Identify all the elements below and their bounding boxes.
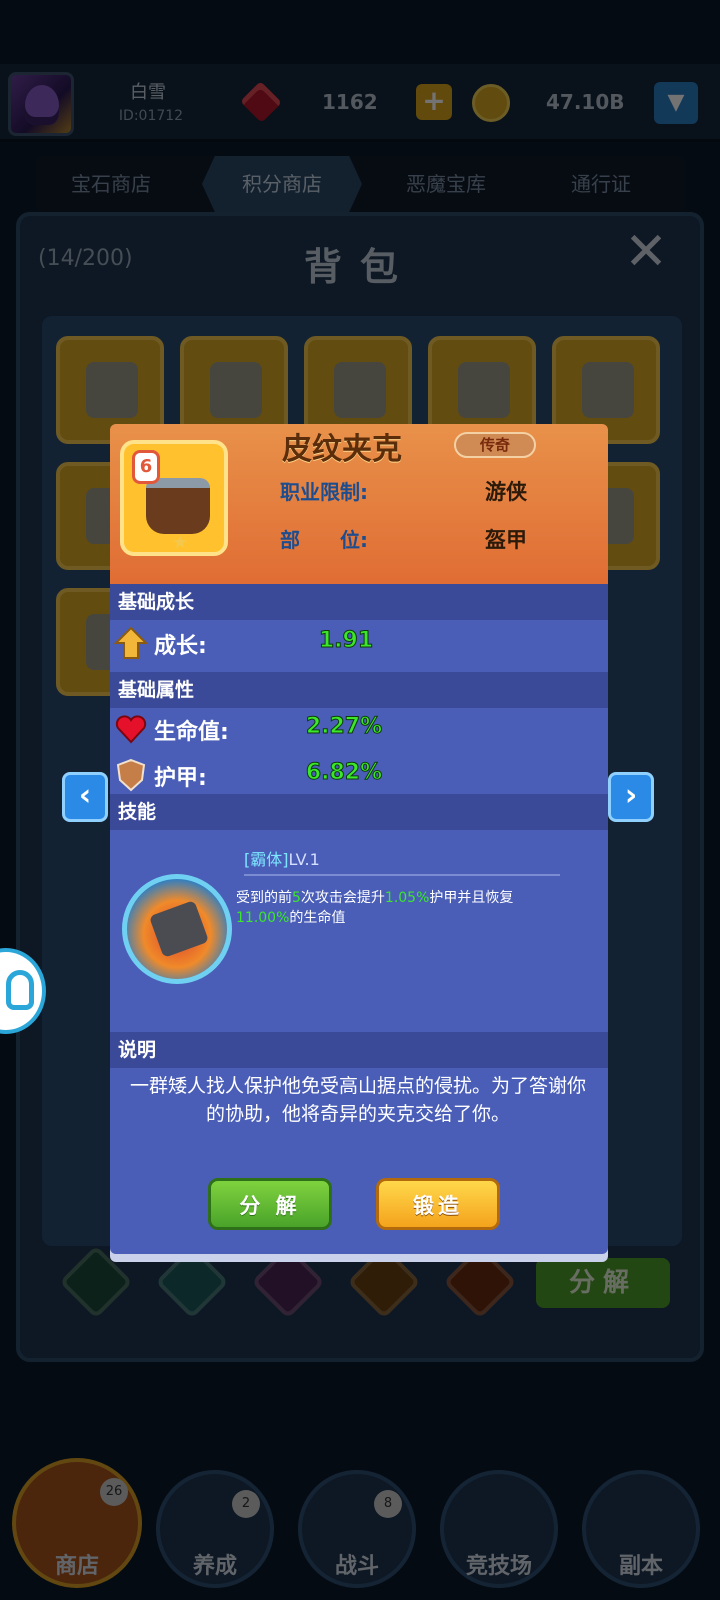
elephant-icon [6, 970, 34, 1010]
star-icon: ★ [172, 532, 189, 553]
previous-item-button[interactable]: ‹ [62, 772, 108, 822]
item-body: 基础成长 成长: 1.91 基础属性 生命值: 2.27% 护甲: 6.82% … [110, 584, 608, 1254]
backpack-capacity: (14/200) [38, 246, 133, 271]
ruby-gem-icon [240, 81, 282, 123]
growth-label: 成长: [154, 634, 207, 659]
top-bar: 白雪 ID:01712 1162 + 47.10B ▼ [0, 64, 720, 142]
skill-desc-text: 次攻击会提升 [300, 890, 385, 906]
attributes-header: 基础属性 [110, 672, 608, 708]
skill-desc-highlight: 1.05% [384, 890, 430, 906]
item-description: 一群矮人找人保护他免受高山据点的侵扰。为了答谢你的协助，他将奇异的夹克交给了你。 [129, 1075, 586, 1125]
chevron-down-icon[interactable]: ▼ [654, 82, 698, 124]
bottom-nav: 26 商店 2 养成 8 战斗 竞技场 副本 [0, 1440, 720, 1600]
nav-dungeon[interactable]: 副本 [582, 1470, 700, 1588]
tab-points-shop[interactable]: 积分商店 [202, 156, 362, 212]
nav-label: 养成 [192, 1554, 237, 1579]
growth-value: 1.91 [318, 628, 374, 654]
heart-icon [114, 712, 148, 746]
slot-label: 部 位: [280, 528, 368, 552]
class-restriction-value: 游侠 [485, 480, 527, 504]
nav-label: 商店 [54, 1554, 99, 1579]
lock-icon: 6 [132, 450, 160, 484]
nav-badge: 26 [100, 1478, 128, 1506]
nav-shop[interactable]: 26 商店 [12, 1458, 142, 1588]
skill-header: 技能 [110, 794, 608, 830]
tab-gem-shop[interactable]: 宝石商店 [36, 156, 186, 212]
divider [244, 874, 560, 876]
nav-train[interactable]: 2 养成 [156, 1470, 274, 1588]
player-name: 白雪 [130, 82, 166, 103]
nav-badge: 8 [374, 1490, 402, 1518]
tab-battle-pass[interactable]: 通行证 [526, 156, 676, 212]
skill-description: 受到的前5次攻击会提升1.05%护甲并且恢复 11.00%的生命值 [236, 888, 586, 928]
description-header: 说明 [110, 1032, 608, 1068]
rarity-badge: 传奇 [454, 432, 536, 458]
nav-label: 副本 [618, 1554, 663, 1579]
item-header: ★ 6 皮纹夹克 传奇 职业限制: 游侠 部 位: 盔甲 [110, 424, 608, 584]
skill-desc-text: 受到的前 [236, 890, 292, 906]
skill-name: [霸体] [244, 850, 289, 869]
skill-desc-highlight: 11.00% [236, 910, 290, 926]
skill-rock-icon[interactable] [122, 874, 232, 984]
backpack-title: 背包 [303, 245, 416, 289]
skill-desc-text: 护甲并且恢复 [429, 890, 514, 906]
shield-icon [114, 758, 148, 792]
hp-label: 生命值: [154, 720, 229, 745]
tab-demon-vault[interactable]: 恶魔宝库 [366, 156, 526, 212]
decompose-button[interactable]: 分 解 [208, 1178, 332, 1230]
item-icon-frame: ★ 6 [120, 440, 228, 556]
item-detail-popup: ★ 6 皮纹夹克 传奇 职业限制: 游侠 部 位: 盔甲 基础成长 成长: 1.… [110, 424, 608, 1254]
player-avatar[interactable] [8, 72, 74, 136]
skill-title: [霸体]LV.1 [244, 846, 320, 870]
nav-badge: 2 [232, 1490, 260, 1518]
armor-value: 6.82% [305, 760, 383, 786]
add-gems-button[interactable]: + [416, 84, 452, 120]
next-item-button[interactable]: › [608, 772, 654, 822]
class-restriction-label: 职业限制: [280, 480, 368, 504]
coin-count: 47.10B [546, 90, 625, 114]
nav-arena[interactable]: 竞技场 [440, 1470, 558, 1588]
shop-tabs: 宝石商店 积分商店 恶魔宝库 通行证 [36, 156, 686, 212]
skill-desc-text: 的生命值 [289, 910, 346, 926]
armor-label: 护甲: [154, 766, 207, 791]
gem-count: 1162 [322, 90, 378, 114]
close-icon[interactable]: ✕ [622, 226, 670, 278]
forge-button[interactable]: 锻造 [376, 1178, 500, 1230]
growth-header: 基础成长 [110, 584, 608, 620]
nav-label: 竞技场 [465, 1554, 532, 1579]
bulk-decompose-button[interactable]: 分解 [536, 1258, 670, 1308]
growth-arrow-icon [113, 626, 149, 660]
slot-value: 盔甲 [485, 528, 527, 552]
gold-coin-icon [472, 84, 510, 122]
hp-value: 2.27% [305, 714, 383, 740]
nav-label: 战斗 [334, 1554, 379, 1579]
player-id: ID:01712 [118, 108, 184, 124]
leather-jacket-icon [146, 478, 210, 534]
nav-battle[interactable]: 8 战斗 [298, 1470, 416, 1588]
item-name: 皮纹夹克 [282, 432, 402, 467]
skill-level: LV.1 [288, 850, 320, 869]
skill-desc-highlight: 5 [292, 890, 301, 906]
